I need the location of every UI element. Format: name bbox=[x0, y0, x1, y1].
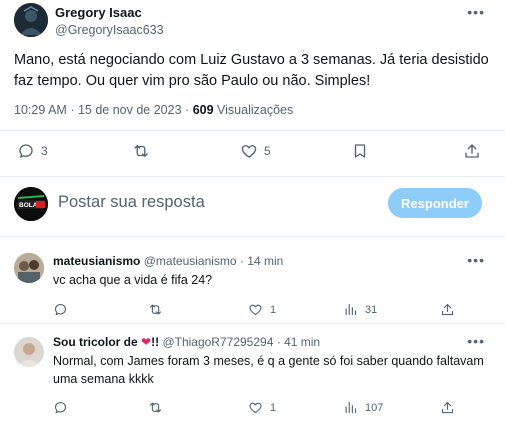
retweet-icon bbox=[134, 145, 148, 157]
author-avatar[interactable] bbox=[14, 3, 48, 37]
post-text: Mano, está negociando com Luiz Gustavo a… bbox=[14, 52, 489, 89]
reply-avatar[interactable] bbox=[14, 253, 44, 283]
reply-button[interactable]: 3 bbox=[17, 142, 48, 160]
reply-header: mateusianismo @mateusianismo · 14 min bbox=[53, 254, 283, 268]
share-button[interactable] bbox=[440, 400, 455, 415]
like-icon bbox=[249, 304, 262, 316]
more-icon[interactable]: ••• bbox=[467, 4, 485, 20]
more-icon[interactable]: ••• bbox=[467, 333, 485, 349]
divider bbox=[0, 176, 505, 177]
reply-author-name[interactable]: mateusianismo bbox=[53, 254, 140, 268]
user-avatar-image: BOLA bbox=[14, 187, 48, 221]
author-avatar-image bbox=[14, 3, 48, 37]
share-button[interactable] bbox=[463, 142, 481, 160]
share-button[interactable] bbox=[440, 302, 455, 317]
views-count: 107 bbox=[365, 401, 384, 414]
post-date[interactable]: 15 de nov de 2023 bbox=[78, 103, 182, 117]
reply-author-handle[interactable]: @ThiagoR77295294 bbox=[162, 335, 273, 349]
retweet-button[interactable] bbox=[148, 302, 163, 317]
bookmark-icon bbox=[354, 144, 366, 158]
meta-separator: · bbox=[239, 254, 244, 268]
reply-avatar-image bbox=[14, 337, 44, 367]
reply-time[interactable]: 41 min bbox=[284, 335, 320, 349]
retweet-icon bbox=[149, 402, 162, 413]
reply-avatar[interactable] bbox=[14, 337, 44, 367]
retweet-button[interactable] bbox=[148, 400, 163, 415]
like-icon bbox=[249, 402, 262, 414]
views-icon bbox=[345, 401, 357, 414]
share-icon bbox=[441, 303, 454, 316]
like-button[interactable]: 1 bbox=[248, 400, 276, 415]
reply-time[interactable]: 14 min bbox=[247, 254, 283, 268]
meta-separator: · bbox=[185, 103, 190, 117]
divider bbox=[0, 236, 505, 237]
views-label: Visualizações bbox=[217, 103, 294, 117]
bookmark-button[interactable] bbox=[351, 142, 369, 160]
author-handle[interactable]: @GregoryIsaac633 bbox=[55, 23, 164, 37]
divider bbox=[0, 323, 505, 324]
reply-button[interactable] bbox=[53, 400, 68, 415]
reply-button[interactable] bbox=[53, 302, 68, 317]
share-icon bbox=[441, 401, 454, 414]
more-icon[interactable]: ••• bbox=[467, 252, 485, 268]
views-button[interactable]: 31 bbox=[343, 302, 377, 317]
reply-text: Normal, com James foram 3 meses, é q a g… bbox=[53, 354, 484, 386]
reply-icon bbox=[19, 144, 33, 158]
reply-author-handle[interactable]: @mateusianismo bbox=[144, 254, 237, 268]
meta-separator: · bbox=[276, 335, 281, 349]
post-actions: 3 5 bbox=[0, 142, 505, 166]
like-button[interactable]: 1 bbox=[248, 302, 276, 317]
reply-author-name-suffix: !! bbox=[151, 335, 160, 349]
reply-author-name[interactable]: Sou tricolor de bbox=[53, 335, 138, 349]
retweet-icon bbox=[149, 304, 162, 315]
user-avatar[interactable]: BOLA bbox=[14, 187, 48, 221]
like-count: 1 bbox=[270, 303, 277, 316]
share-icon bbox=[465, 144, 479, 158]
reply-count: 3 bbox=[41, 144, 48, 158]
views-icon bbox=[345, 303, 357, 316]
reply-icon bbox=[54, 303, 67, 316]
reply-submit-button[interactable]: Responder bbox=[388, 188, 482, 218]
divider bbox=[0, 130, 505, 131]
views-button[interactable]: 107 bbox=[343, 400, 383, 415]
author-name[interactable]: Gregory Isaac bbox=[55, 5, 142, 20]
reply-text: vc acha que a vida é fifa 24? bbox=[53, 273, 213, 287]
post-time[interactable]: 10:29 AM bbox=[14, 103, 67, 117]
post-meta: 10:29 AM · 15 de nov de 2023 · 609 Visua… bbox=[14, 103, 293, 117]
reply-input[interactable]: Postar sua resposta bbox=[58, 193, 205, 212]
views-count: 31 bbox=[365, 303, 378, 316]
reply-avatar-image bbox=[14, 253, 44, 283]
like-icon bbox=[241, 145, 257, 158]
svg-text:BOLA: BOLA bbox=[19, 202, 38, 209]
reply-header: Sou tricolor de ❤!! @ThiagoR77295294 · 4… bbox=[53, 335, 320, 349]
views-count: 609 bbox=[192, 103, 214, 117]
meta-separator: · bbox=[70, 103, 75, 117]
reply-icon bbox=[54, 401, 67, 414]
like-count: 1 bbox=[270, 401, 277, 414]
red-heart-icon: ❤ bbox=[141, 335, 152, 349]
like-button[interactable]: 5 bbox=[240, 142, 271, 160]
like-count: 5 bbox=[264, 144, 271, 158]
retweet-button[interactable] bbox=[132, 142, 156, 160]
